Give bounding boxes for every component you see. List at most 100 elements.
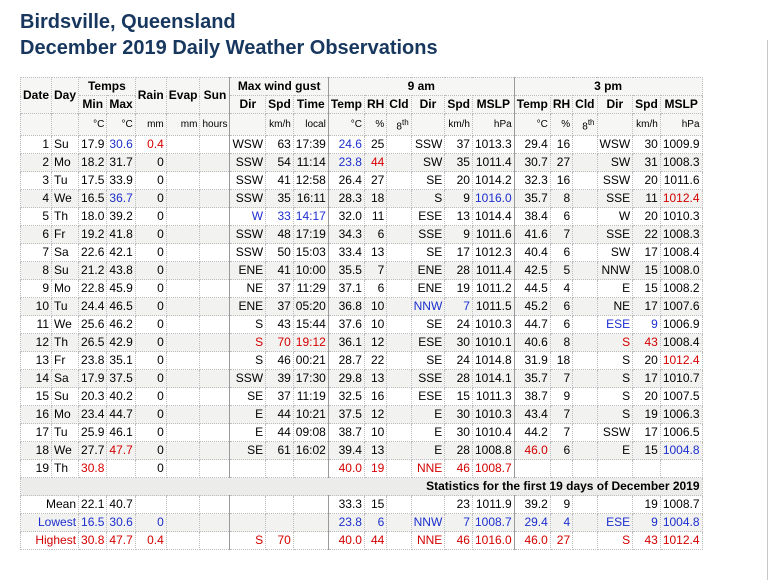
col-day: Day — [51, 77, 80, 114]
cell-9am-mslp: 1011.6 — [471, 225, 515, 245]
cell-gust-spd: 44 — [265, 423, 294, 443]
okta-sup: th — [401, 118, 409, 127]
cell-gust-spd: 37 — [265, 279, 294, 299]
cell-gust-spd: 63 — [265, 135, 294, 155]
cell-max: 46.1 — [106, 423, 136, 443]
stats-cell-9am-dir: NNW — [410, 513, 446, 533]
cell-3pm-cld — [572, 153, 598, 173]
cell-9am-spd: 24 — [444, 351, 473, 371]
cell-9am-rh: 6 — [363, 279, 388, 299]
cell-3pm-cld — [572, 351, 598, 371]
table-row: 14 Sa 17.9 37.5 0 SSW 39 17:30 29.8 13 SSE 28 1014.1… — [19, 369, 703, 389]
cell-3pm-mslp: 1008.4 — [659, 333, 703, 353]
cell-3pm-temp: 32.3 — [513, 171, 551, 191]
cell-3pm-cld — [572, 261, 598, 281]
col-max: Max — [106, 95, 136, 114]
cell-day: Mo — [51, 405, 80, 425]
cell-evap — [165, 333, 201, 353]
cell-gust-dir: SSW — [229, 189, 267, 209]
unit-3pm-rh: % — [549, 112, 574, 137]
col-gust-time: Time — [292, 95, 329, 114]
cell-3pm-cld — [572, 333, 598, 353]
stats-cell-3pm-dir: ESE — [596, 513, 634, 533]
cell-9am-temp: 28.7 — [327, 351, 365, 371]
stats-cell-min: 16.5 — [78, 513, 108, 533]
col-3pm-spd: Spd — [632, 95, 661, 114]
cell-9am-temp: 39.4 — [327, 441, 365, 461]
stats-cell-9am-mslp: 1016.0 — [471, 531, 515, 551]
cell-gust-spd: 50 — [265, 243, 294, 263]
cell-9am-cld — [386, 423, 412, 443]
cell-min: 17.9 — [78, 369, 108, 389]
stats-cell-evap — [165, 513, 201, 533]
table-row: 5 Th 18.0 39.2 0 W 33 14:17 32.0 11 ESE 13 1014.4 38.… — [19, 207, 703, 227]
stats-cell-9am-temp: 33.3 — [327, 495, 365, 515]
stats-cell-max: 47.7 — [106, 531, 136, 551]
unit-max: °C — [106, 112, 136, 137]
cell-9am-spd: 30 — [444, 333, 473, 353]
cell-9am-rh: 27 — [363, 171, 388, 191]
cell-max — [106, 459, 136, 479]
cell-9am-cld — [386, 153, 412, 173]
cell-day: We — [51, 441, 80, 461]
table-row: 7 Sa 22.6 42.1 0 SSW 50 15:03 33.4 13 SE 17 1012.3 40… — [19, 243, 703, 263]
stats-cell-3pm-cld — [572, 495, 598, 515]
cell-3pm-mslp: 1008.4 — [659, 243, 703, 263]
cell-gust-time: 10:21 — [292, 405, 329, 425]
stats-cell-9am-rh: 6 — [363, 513, 388, 533]
cell-day: Su — [51, 387, 80, 407]
cell-3pm-temp: 44.2 — [513, 423, 551, 443]
cell-max: 33.9 — [106, 171, 136, 191]
cell-sun — [199, 459, 231, 479]
cell-3pm-cld — [572, 225, 598, 245]
cell-date: 11 — [19, 315, 53, 335]
cell-3pm-spd: 20 — [632, 207, 661, 227]
cell-9am-rh: 11 — [363, 207, 388, 227]
cell-date: 16 — [19, 405, 53, 425]
unit-3pm-spd: km/h — [632, 112, 661, 137]
stats-cell-9am-rh: 15 — [363, 495, 388, 515]
col-3pm-rh: RH — [549, 95, 574, 114]
cell-3pm-dir: WSW — [596, 135, 634, 155]
stats-cell-rain: 0.4 — [134, 531, 167, 551]
cell-9am-dir: ENE — [410, 279, 446, 299]
stats-label: Mean — [19, 495, 80, 515]
cell-rain: 0 — [134, 279, 167, 299]
cell-3pm-spd: 15 — [632, 279, 661, 299]
cell-rain: 0 — [134, 243, 167, 263]
unit-date — [19, 112, 53, 137]
unit-9am-spd: km/h — [444, 112, 473, 137]
stats-cell-3pm-spd: 43 — [632, 531, 661, 551]
cell-gust-dir: WSW — [229, 135, 267, 155]
cell-gust-dir: S — [229, 333, 267, 353]
cell-9am-mslp: 1016.0 — [471, 189, 515, 209]
unit-gust-spd: km/h — [265, 112, 294, 137]
cell-9am-dir: SE — [410, 243, 446, 263]
cell-9am-mslp: 1010.1 — [471, 333, 515, 353]
cell-3pm-spd: 20 — [632, 351, 661, 371]
cell-gust-time: 15:03 — [292, 243, 329, 263]
cell-3pm-cld — [572, 189, 598, 209]
cell-3pm-cld — [572, 459, 598, 479]
stats-title: Statistics for the first 19 days of Dece… — [20, 477, 703, 497]
cell-3pm-dir: ESE — [596, 315, 634, 335]
cell-date: 6 — [19, 225, 53, 245]
cell-day: Th — [51, 333, 80, 353]
cell-3pm-temp: 31.9 — [513, 351, 551, 371]
cell-3pm-temp: 40.6 — [513, 333, 551, 353]
cell-3pm-mslp: 1012.4 — [659, 351, 703, 371]
cell-gust-dir: SSW — [229, 153, 267, 173]
stats-cell-3pm-temp: 39.2 — [513, 495, 551, 515]
cell-rain: 0 — [134, 333, 167, 353]
cell-3pm-cld — [572, 369, 598, 389]
cell-9am-dir: SSW — [410, 135, 446, 155]
cell-3pm-temp: 35.7 — [513, 369, 551, 389]
cell-3pm-dir: E — [596, 279, 634, 299]
cell-date: 19 — [19, 459, 53, 479]
cell-9am-cld — [386, 225, 412, 245]
stats-cell-9am-spd: 7 — [444, 513, 473, 533]
cell-9am-dir: ESE — [410, 333, 446, 353]
stats-cell-gust-time — [292, 513, 329, 533]
cell-9am-rh: 10 — [363, 423, 388, 443]
unit-9am-mslp: hPa — [471, 112, 515, 137]
